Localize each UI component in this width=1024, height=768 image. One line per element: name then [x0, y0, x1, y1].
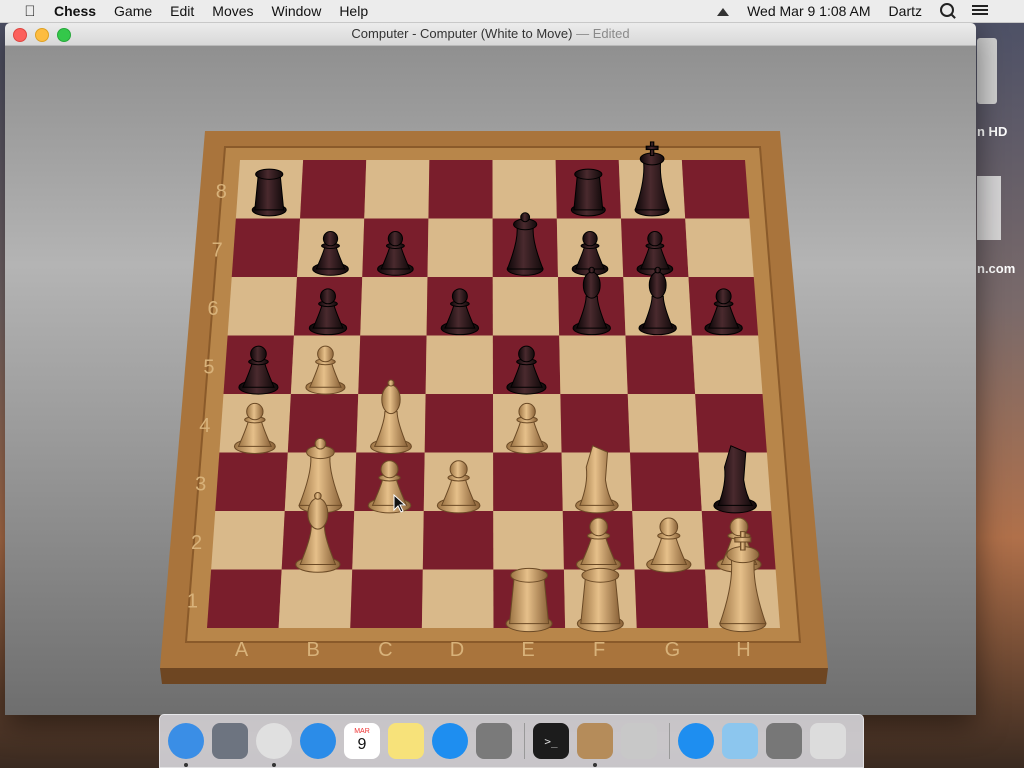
square-h4[interactable]: [695, 394, 767, 453]
calendar-month: MAR: [354, 728, 370, 735]
menu-window[interactable]: Window: [272, 3, 322, 19]
square-h7[interactable]: [685, 218, 754, 278]
white-rook[interactable]: [576, 567, 624, 633]
square-e2[interactable]: [493, 511, 564, 570]
dock-separator: [524, 723, 525, 759]
chess-icon[interactable]: [577, 723, 613, 767]
rank-label: 8: [216, 181, 227, 203]
menu-help[interactable]: Help: [339, 3, 368, 19]
square-g5[interactable]: [625, 335, 696, 395]
square-d7[interactable]: [427, 218, 493, 278]
mouse-cursor-icon: [393, 494, 407, 513]
dock-separator: [669, 723, 670, 759]
square-c6[interactable]: [360, 277, 428, 336]
white-rook[interactable]: [505, 567, 553, 633]
square-a7[interactable]: [231, 218, 301, 278]
file-label: B: [306, 639, 319, 661]
rank-label: 1: [187, 591, 198, 613]
file-label: G: [665, 639, 681, 661]
square-e6[interactable]: [492, 277, 560, 336]
square-f4[interactable]: [560, 394, 630, 453]
spotlight-search-icon[interactable]: [940, 2, 954, 20]
board-frame-edge: [160, 668, 828, 684]
system-preferences-icon[interactable]: [476, 723, 512, 759]
terminal-icon[interactable]: >_: [533, 723, 569, 759]
square-c8[interactable]: [364, 160, 430, 219]
square-d8[interactable]: [428, 160, 493, 219]
app-menu-chess[interactable]: Chess: [54, 3, 96, 19]
calendar-day: 9: [357, 736, 367, 753]
square-g3[interactable]: [630, 452, 702, 512]
square-b8[interactable]: [300, 160, 367, 219]
menu-game[interactable]: Game: [114, 3, 152, 19]
rank-label: 7: [212, 240, 223, 262]
trash-icon[interactable]: [810, 723, 846, 759]
safari-icon[interactable]: [300, 723, 336, 759]
chrome-icon[interactable]: [256, 723, 292, 767]
black-rook[interactable]: [570, 168, 606, 217]
square-c1[interactable]: [350, 569, 423, 629]
square-b1[interactable]: [278, 569, 353, 629]
file-label: H: [736, 639, 750, 661]
file-label: D: [450, 639, 464, 661]
file-label: C: [378, 639, 392, 661]
file-label: F: [593, 639, 605, 661]
menu-edit[interactable]: Edit: [170, 3, 194, 19]
rank-label: 5: [203, 357, 214, 379]
black-rook[interactable]: [251, 168, 287, 217]
finder-icon[interactable]: [168, 723, 204, 767]
rank-label: 3: [195, 474, 206, 496]
rank-label: 2: [191, 532, 202, 554]
launchpad-icon[interactable]: [212, 723, 248, 759]
clock[interactable]: Wed Mar 9 1:08 AM: [747, 3, 870, 19]
square-a6[interactable]: [227, 277, 297, 336]
menu-moves[interactable]: Moves: [212, 3, 253, 19]
rank-label: 4: [199, 415, 210, 437]
square-d2[interactable]: [422, 511, 494, 570]
square-g1[interactable]: [634, 569, 709, 629]
square-c2[interactable]: [352, 511, 424, 570]
user-name[interactable]: Dartz: [889, 3, 922, 19]
notes-icon[interactable]: [388, 723, 424, 759]
rank-label: 6: [207, 298, 218, 320]
square-h8[interactable]: [681, 160, 750, 219]
menu-bar:  Chess Game Edit Moves Window Help Wed …: [0, 0, 1024, 23]
app-store-folder-icon[interactable]: [678, 723, 714, 759]
square-a2[interactable]: [211, 511, 285, 570]
square-e8[interactable]: [492, 160, 557, 219]
square-d5[interactable]: [425, 335, 493, 395]
square-h5[interactable]: [691, 335, 763, 395]
square-a1[interactable]: [207, 569, 282, 629]
chess-board[interactable]: 8 7 6 5 4 3 2 1 A B C D E F G H: [0, 0, 1024, 768]
running-indicator: [593, 763, 597, 767]
downloads-folder-icon[interactable]: [722, 723, 758, 759]
square-d4[interactable]: [424, 394, 494, 453]
square-g4[interactable]: [627, 394, 699, 453]
square-f5[interactable]: [559, 335, 628, 395]
automator-icon[interactable]: [621, 723, 657, 759]
photos-stack-icon[interactable]: [766, 723, 802, 759]
file-label: E: [521, 639, 534, 661]
app-store-icon[interactable]: [432, 723, 468, 759]
eject-icon[interactable]: [717, 3, 730, 19]
calendar-icon[interactable]: MAR 9: [344, 723, 380, 759]
file-label: A: [235, 639, 249, 661]
dock: MAR 9 >_: [159, 714, 864, 768]
notification-center-icon[interactable]: [972, 3, 1006, 20]
square-a3[interactable]: [215, 452, 288, 512]
square-e3[interactable]: [493, 452, 563, 512]
apple-menu-icon[interactable]: : [20, 3, 40, 20]
square-d1[interactable]: [421, 569, 494, 629]
running-indicator: [272, 763, 276, 767]
running-indicator: [184, 763, 188, 767]
